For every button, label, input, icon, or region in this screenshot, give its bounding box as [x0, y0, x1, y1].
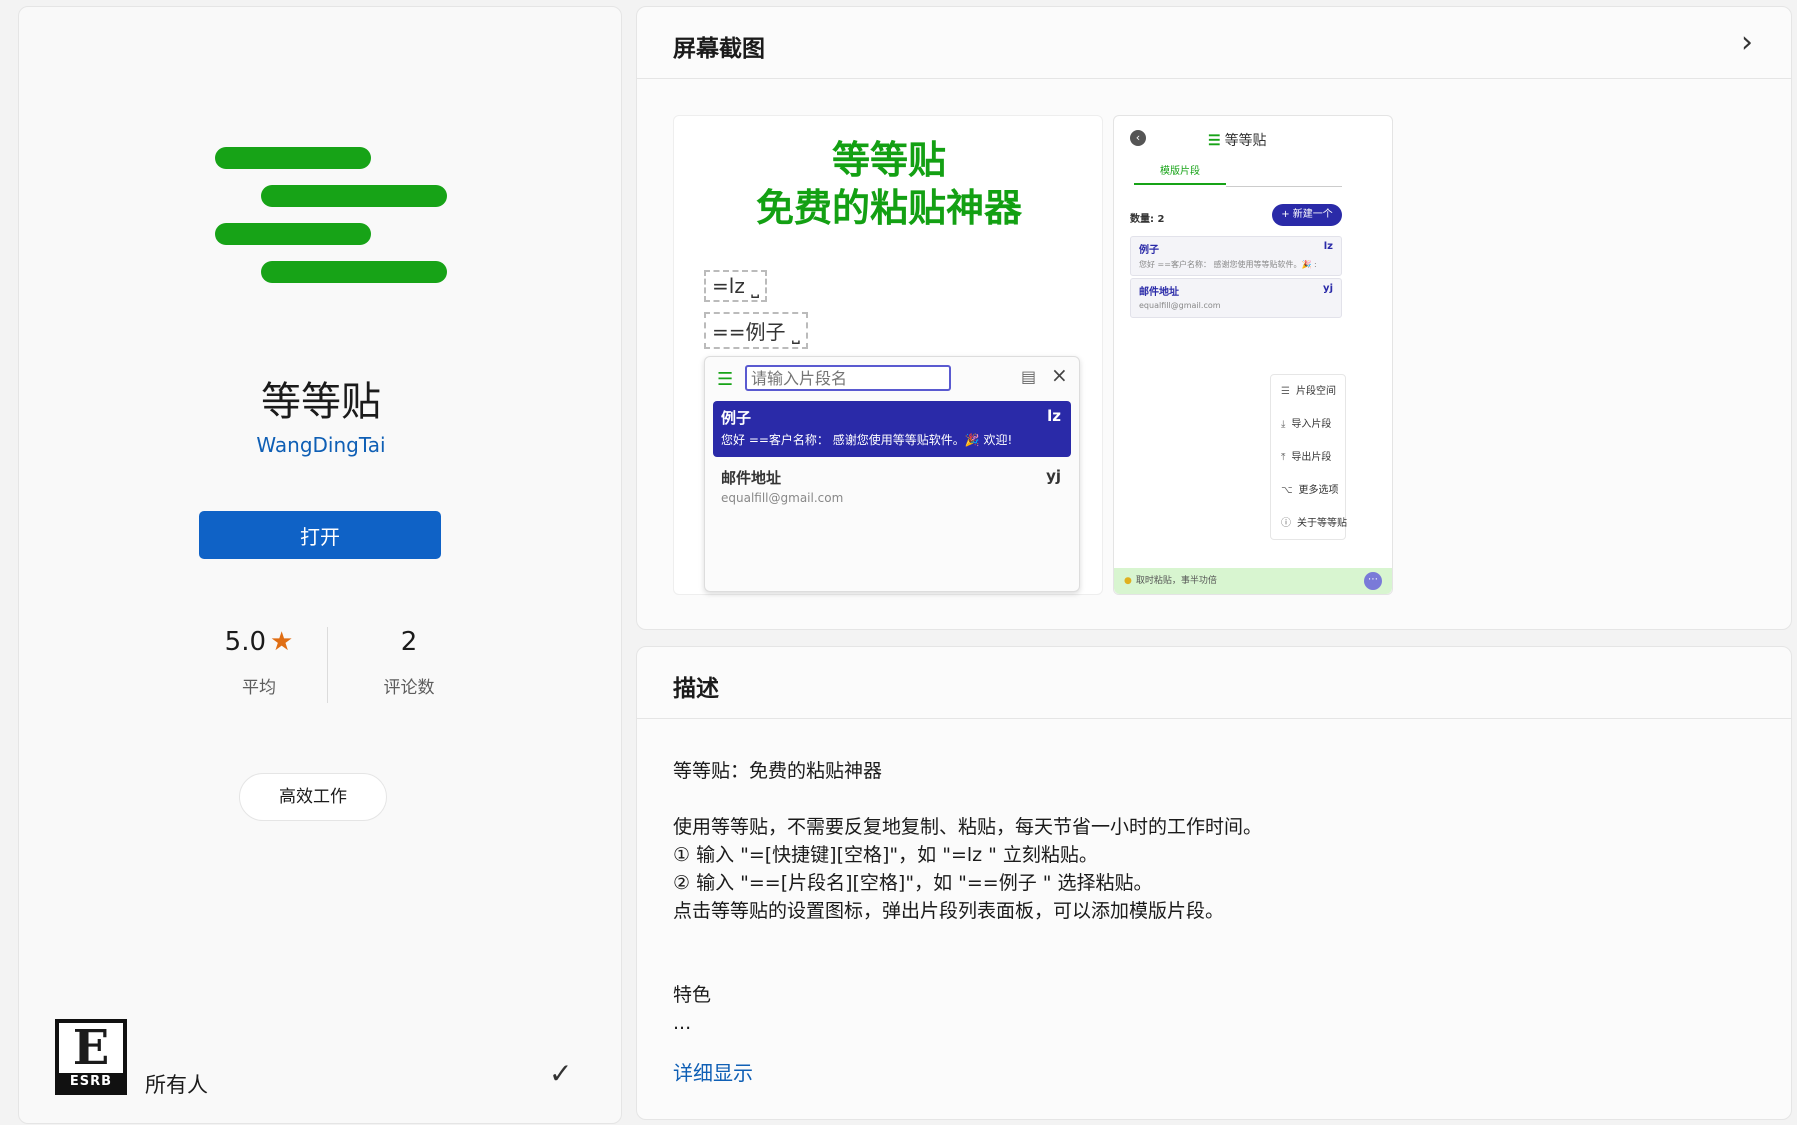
age-rating-text: 所有人	[145, 1073, 208, 1097]
screenshots-section: 屏幕截图 › 等等贴 免费的粘贴神器 =lz ⎵ ==例子 ⎵ ☰ ▤ × 例子…	[636, 6, 1792, 630]
description-line: 使用等等贴，不需要反复地复制、粘贴，每天节省一小时的工作时间。	[673, 816, 1263, 838]
rating-value: 5.0	[224, 627, 267, 657]
snippet-body: 您好 ==客户名称： 感谢您使用等等贴软件。🎉 欢迎!	[721, 433, 1013, 447]
status-text: 取时粘贴，事半功倍	[1135, 576, 1217, 586]
snippet-example: ==例子 ⎵	[704, 312, 808, 349]
app-logo	[215, 147, 447, 299]
tab-templates: 模版片段	[1134, 162, 1226, 185]
status-bar: ● 取时粘贴，事半功倍 ⋯	[1114, 568, 1392, 594]
reviews-summary[interactable]: 2 评论数	[359, 627, 459, 698]
screenshot-2[interactable]: ‹ ☰ 等等贴 模版片段 数量: 2 + 新建一个 例子 lz 您好 ==客户名称…	[1113, 115, 1393, 595]
description-line: ② 输入 "==[片段名][空格]"，如 "==例子 " 选择粘贴。	[673, 872, 1153, 894]
esrb-letter: E	[72, 1020, 110, 1076]
rating-summary: 5.0 ★ 平均	[209, 627, 309, 698]
snippet-popup: ☰ ▤ × 例子 lz 您好 ==客户名称： 感谢您使用等等贴软件。🎉 欢迎! …	[704, 356, 1080, 592]
promo-headline: 等等贴 免费的粘贴神器	[674, 136, 1104, 232]
open-button[interactable]: 打开	[199, 511, 441, 559]
divider	[1226, 186, 1342, 187]
options-icon: ⌥	[1281, 485, 1293, 496]
mini-app-title: ☰ 等等贴	[1208, 130, 1267, 150]
mini-title-text: 等等贴	[1224, 133, 1267, 149]
snippet-body: equalfill@gmail.com	[721, 491, 844, 505]
star-icon: ★	[270, 627, 294, 657]
esrb-rating-icon: E ESRB	[55, 1019, 127, 1095]
back-icon: ‹	[1130, 130, 1146, 146]
esrb-word: ESRB	[59, 1073, 123, 1091]
snippet-name: 例子	[1139, 245, 1159, 256]
publisher-link[interactable]: WangDingTai	[19, 433, 623, 457]
description-header: 描述	[637, 647, 1791, 719]
menu-label: 导出片段	[1291, 452, 1332, 463]
menu-item-about: ⓘ 关于等等贴	[1271, 507, 1347, 540]
check-icon[interactable]: ✓	[549, 1057, 572, 1090]
list-item: 邮件地址 yj equalfill@gmail.com	[713, 461, 1071, 511]
close-icon: ×	[1051, 363, 1068, 387]
rating-label: 平均	[242, 678, 276, 698]
app-title: 等等贴	[261, 379, 381, 425]
category-chip[interactable]: 高效工作	[239, 773, 387, 821]
new-snippet-button: + 新建一个	[1272, 204, 1342, 226]
snippet-search-input	[745, 365, 951, 391]
snippet-key: yj	[1046, 467, 1061, 485]
show-more-link[interactable]: 详细显示	[673, 1057, 753, 1086]
snippet-name: 邮件地址	[1139, 287, 1179, 298]
menu-label: 更多选项	[1298, 485, 1339, 496]
snippet-key: yj	[1323, 283, 1333, 294]
list-icon: ▤	[1021, 367, 1037, 386]
snippet-body: equalfill@gmail.com	[1139, 301, 1221, 310]
bulb-icon: ●	[1124, 576, 1132, 586]
list-icon: ☰	[1281, 386, 1290, 397]
app-logo-icon: ☰	[1208, 133, 1221, 149]
description-section: 描述 等等贴：免费的粘贴神器 使用等等贴，不需要反复地复制、粘贴，每天节省一小时…	[636, 646, 1792, 1120]
list-item: 例子 lz 您好 ==客户名称： 感谢您使用等等贴软件。🎉 :	[1130, 236, 1342, 276]
menu-item-export: ⤒ 导出片段	[1271, 441, 1345, 474]
snippet-name: 邮件地址	[721, 469, 782, 487]
ellipsis: ...	[673, 1012, 692, 1034]
menu-item-import: ⤓ 导入片段	[1271, 408, 1345, 441]
promo-line-1: 等等贴	[831, 138, 946, 182]
menu-item-snippet-space: ☰ 片段空间	[1271, 375, 1345, 408]
chevron-right-icon[interactable]: ›	[1741, 25, 1753, 60]
snippet-count: 数量: 2	[1130, 214, 1165, 225]
features-heading: 特色	[673, 984, 712, 1006]
description-text: 等等贴：免费的粘贴神器 使用等等贴，不需要反复地复制、粘贴，每天节省一小时的工作…	[673, 757, 1753, 1037]
description-line: ① 输入 "=[快捷键][空格]"，如 "=lz " 立刻粘贴。	[673, 844, 1098, 866]
more-icon: ⋯	[1364, 572, 1382, 590]
list-item: 例子 lz 您好 ==客户名称： 感谢您使用等等贴软件。🎉 欢迎!	[713, 401, 1071, 457]
divider	[327, 627, 328, 703]
list-item: 邮件地址 yj equalfill@gmail.com	[1130, 278, 1342, 318]
import-icon: ⤓	[1281, 419, 1286, 430]
menu-item-more: ⌥ 更多选项	[1271, 474, 1345, 507]
info-icon: ⓘ	[1281, 518, 1291, 529]
snippet-key: lz	[1047, 407, 1061, 425]
menu-label: 关于等等贴	[1297, 518, 1347, 529]
snippet-name: 例子	[721, 409, 752, 427]
app-info-panel: 等等贴 WangDingTai 打开 5.0 ★ 平均 2 评论数 高效工作 E …	[18, 6, 622, 1124]
menu-label: 导入片段	[1291, 419, 1332, 430]
promo-line-2: 免费的粘贴神器	[755, 186, 1022, 230]
description-title: 描述	[673, 676, 719, 702]
description-intro: 等等贴：免费的粘贴神器	[673, 760, 883, 782]
description-line: 点击等等贴的设置图标，弹出片段列表面板，可以添加模版片段。	[673, 900, 1225, 922]
shortcut-example: =lz ⎵	[704, 270, 768, 302]
screenshot-1[interactable]: 等等贴 免费的粘贴神器 =lz ⎵ ==例子 ⎵ ☰ ▤ × 例子 lz 您好 …	[673, 115, 1103, 595]
settings-menu: ☰ 片段空间 ⤓ 导入片段 ⤒ 导出片段 ⌥ 更多选项 ⓘ 关于等等贴	[1270, 374, 1347, 540]
snippet-body: 您好 ==客户名称： 感谢您使用等等贴软件。🎉 :	[1139, 260, 1317, 269]
reviews-count: 2	[400, 627, 418, 657]
screenshots-title: 屏幕截图	[673, 36, 765, 62]
app-logo-icon: ☰	[717, 369, 734, 390]
reviews-label: 评论数	[383, 678, 435, 698]
snippet-key: lz	[1323, 241, 1333, 252]
menu-label: 片段空间	[1295, 386, 1336, 397]
export-icon: ⤒	[1281, 452, 1286, 463]
screenshots-header: 屏幕截图 ›	[637, 7, 1791, 79]
